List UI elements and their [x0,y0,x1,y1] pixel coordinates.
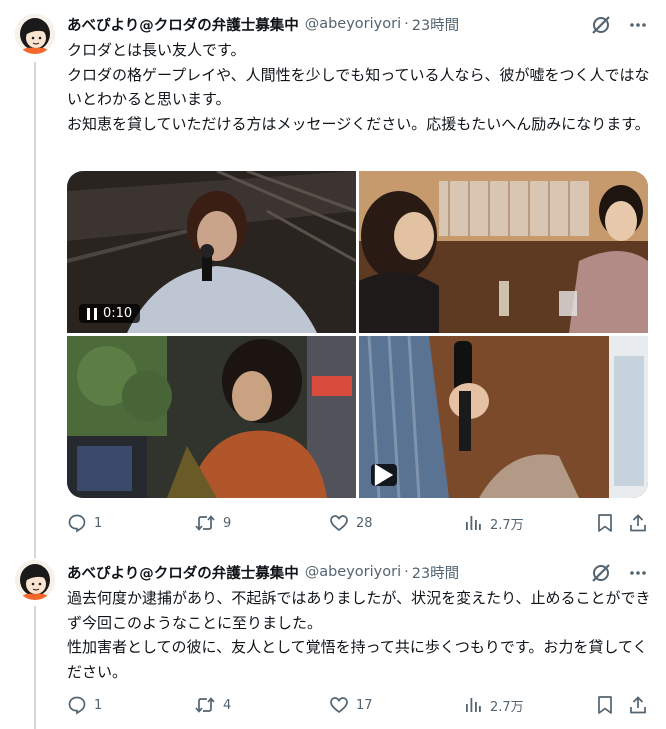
views-bar-chart-icon [466,516,481,530]
more-dots-icon[interactable] [628,15,648,35]
views-count: 2.7万 [490,517,524,533]
tweet[interactable]: あべぴより@クロダの弁護士募集中 @abeyoriyori · 23時間 クロダ… [0,0,666,548]
tweet-text: クロダとは長い友人です。 クロダの格ゲープレイや、人間性を少しでも知っている人な… [67,38,652,136]
tweet-action-bar: 1 4 17 2.7万 [67,694,652,716]
like-count: 17 [356,697,373,713]
repost-button[interactable]: 9 [194,512,231,534]
thread-connector-line [34,62,36,548]
bookmark-button[interactable] [596,512,614,534]
tweet-action-bar: 1 9 28 2.7万 [67,512,652,534]
thread-connector-line [34,548,36,558]
timestamp[interactable]: 23時間 [412,14,459,35]
reply-count: 1 [94,697,103,713]
reply-bubble-icon [68,696,86,715]
separator-dot: · [404,564,409,580]
share-upload-icon [630,514,646,532]
views-button[interactable]: 2.7万 [463,694,524,716]
avatar[interactable] [15,560,55,600]
repost-arrows-icon [195,515,215,531]
reply-count: 1 [94,515,103,531]
avatar-illustration [15,560,55,600]
slash-circle-icon[interactable] [590,14,612,36]
avatar[interactable] [15,14,55,54]
play-icon [374,464,394,486]
share-upload-icon [630,696,646,714]
bookmark-icon [598,696,612,714]
video-duration-badge[interactable]: 0:10 [79,304,141,323]
like-button[interactable]: 28 [329,512,373,534]
share-button[interactable] [628,512,648,534]
tweet-text-paragraph: お知恵を貸していただける方はメッセージください。応援もたいへん励みになります。 [67,114,650,133]
author-name[interactable]: あべぴより@クロダの弁護士募集中 [67,14,299,35]
video-duration: 0:10 [103,306,133,321]
repost-count: 9 [223,515,232,531]
separator-dot: · [404,16,409,32]
play-badge[interactable] [371,464,397,486]
author-name[interactable]: あべぴより@クロダの弁護士募集中 [67,562,299,583]
tweet-top-actions [590,14,648,36]
like-button[interactable]: 17 [329,694,373,716]
tweet-header: あべぴより@クロダの弁護士募集中 @abeyoriyori · 23時間 [67,562,459,582]
views-bar-chart-icon [466,698,481,712]
heart-icon [330,515,348,532]
timestamp[interactable]: 23時間 [412,562,459,583]
pause-icon [87,307,97,320]
bookmark-button[interactable] [596,694,614,716]
tweet-header: あべぴより@クロダの弁護士募集中 @abeyoriyori · 23時間 [67,14,459,34]
reply-button[interactable]: 1 [67,512,102,534]
views-button[interactable]: 2.7万 [463,512,524,534]
reply-button[interactable]: 1 [67,694,102,716]
bookmark-icon [598,514,612,532]
reply-bubble-icon [68,514,86,533]
author-handle[interactable]: @abeyoriyori [305,564,401,580]
like-count: 28 [356,515,373,531]
author-handle[interactable]: @abeyoriyori [305,16,401,32]
media-grid: 0:10 [67,171,648,498]
tweet-text-paragraph: 過去何度か逮捕があり、不起訴ではありましたが、状況を変えたり、止めることができず… [67,589,651,632]
repost-count: 4 [223,697,232,713]
repost-button[interactable]: 4 [194,694,231,716]
avatar-illustration [15,14,55,54]
repost-arrows-icon [195,697,215,713]
media-photo-street[interactable] [67,336,356,498]
tweet-text-paragraph: 性加害者としての彼に、友人として覚悟を持って共に歩くつもりです。お力を貸してくだ… [67,638,648,681]
heart-icon [330,697,348,714]
thread-connector-line [34,606,36,729]
views-count: 2.7万 [490,699,524,715]
media-video-concert[interactable]: 0:10 [67,171,356,333]
share-button[interactable] [628,694,648,716]
media-video-karaoke[interactable] [359,336,648,498]
tweet-text-paragraph: クロダとは長い友人です。 [67,41,246,59]
media-photo-restaurant[interactable] [359,171,648,333]
slash-circle-icon[interactable] [590,562,612,584]
tweet-text: 過去何度か逮捕があり、不起訴ではありましたが、状況を変えたり、止めることができず… [67,586,652,684]
more-dots-icon[interactable] [628,563,648,583]
tweet-text-paragraph: クロダの格ゲープレイや、人間性を少しでも知っている人なら、彼が嘘をつく人ではない… [67,65,650,109]
tweet-top-actions [590,562,648,584]
tweet[interactable]: あべぴより@クロダの弁護士募集中 @abeyoriyori · 23時間 過去何… [0,548,666,729]
